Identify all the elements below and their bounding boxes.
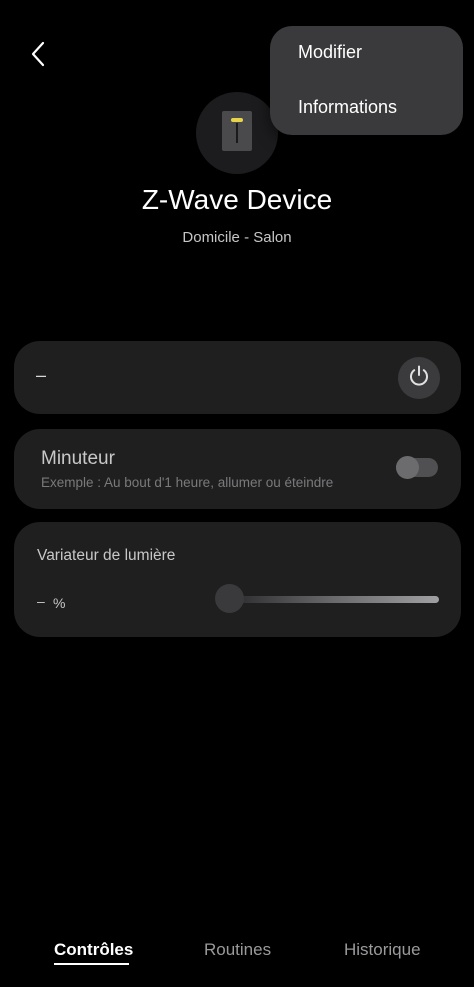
overflow-menu: Modifier Informations <box>270 26 463 135</box>
menu-item-modifier[interactable]: Modifier <box>298 42 362 63</box>
device-name: Z-Wave Device <box>141 184 333 215</box>
bottom-navigation: Contrôles Routines Historique <box>0 930 474 980</box>
device-icon-container <box>196 92 278 174</box>
timer-toggle[interactable] <box>396 456 438 479</box>
dimmer-unit: % <box>53 595 66 611</box>
dimmer-slider[interactable] <box>215 584 439 614</box>
tab-controles[interactable]: Contrôles <box>54 940 133 960</box>
dimmer-value: – <box>37 593 45 609</box>
toggle-knob <box>396 456 419 479</box>
power-status: – <box>36 365 47 385</box>
menu-item-informations[interactable]: Informations <box>298 97 397 118</box>
power-icon <box>407 364 431 393</box>
back-button[interactable] <box>18 36 58 76</box>
tab-routines[interactable]: Routines <box>204 940 271 960</box>
slider-track <box>229 596 439 603</box>
dimmer-card: Variateur de lumière – % <box>14 522 461 637</box>
slider-thumb[interactable] <box>215 584 244 613</box>
timer-card[interactable]: Minuteur Exemple : Au bout d'1 heure, al… <box>14 429 461 509</box>
device-location: Domicile - Salon <box>182 229 292 246</box>
tab-historique[interactable]: Historique <box>344 940 421 960</box>
timer-title: Minuteur <box>41 448 115 469</box>
light-switch-icon <box>222 110 252 156</box>
chevron-left-icon <box>30 41 46 72</box>
power-card: – <box>14 341 461 414</box>
dimmer-title: Variateur de lumière <box>37 547 176 564</box>
active-tab-indicator <box>54 963 129 965</box>
power-button[interactable] <box>398 357 440 399</box>
timer-subtitle: Exemple : Au bout d'1 heure, allumer ou … <box>41 475 334 490</box>
